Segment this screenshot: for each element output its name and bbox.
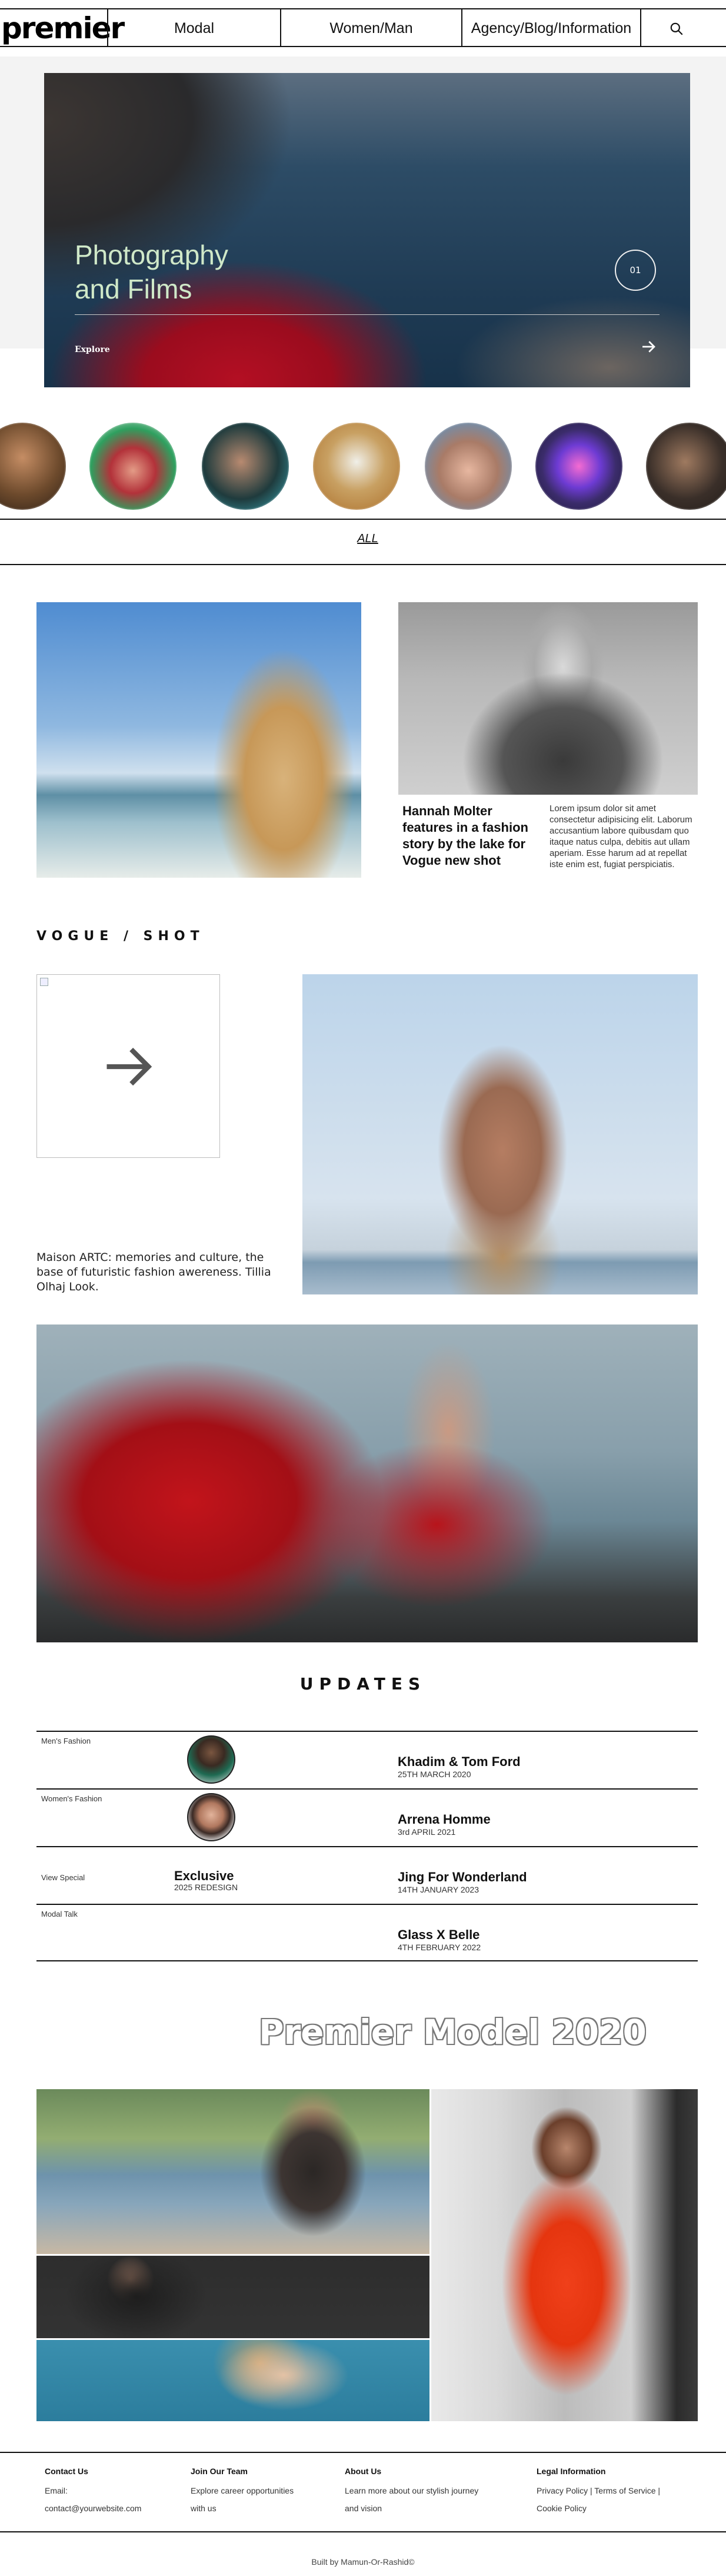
- update-date: 3rd APRIL 2021: [398, 1827, 456, 1837]
- feature-body: Lorem ipsum dolor sit amet consectetur a…: [550, 804, 692, 869]
- update-name[interactable]: Glass X Belle: [398, 1927, 479, 1943]
- nav-link-modal[interactable]: Modal: [108, 11, 280, 46]
- slide-counter[interactable]: 01: [615, 250, 656, 291]
- update-thumbnail[interactable]: [187, 1793, 235, 1841]
- gallery-photo-dark-studio[interactable]: [36, 2256, 429, 2338]
- avatar[interactable]: [425, 423, 512, 510]
- site-logo[interactable]: premier: [1, 9, 125, 47]
- broken-image-icon: [40, 978, 48, 986]
- update-row[interactable]: Women's Fashion Arrena Homme 3rd APRIL 2…: [36, 1788, 698, 1846]
- update-date: 4TH FEBRUARY 2022: [398, 1943, 481, 1952]
- row-divider: [36, 1731, 698, 1732]
- feature-headline[interactable]: Hannah Molter features in a fashion stor…: [402, 803, 544, 869]
- explore-link[interactable]: Explore: [75, 345, 110, 354]
- avatar[interactable]: [646, 423, 726, 510]
- arrow-right-icon[interactable]: [640, 338, 657, 356]
- footer-heading: Contact Us: [45, 2467, 88, 2476]
- footer-column-contact: Contact Us Email: contact@yourwebsite.co…: [45, 2467, 141, 2517]
- vogue-caption: Maison ARTC: memories and culture, the b…: [36, 1251, 271, 1293]
- section-title-vogue-shot: VOGUE / SHOT: [36, 929, 205, 944]
- nav-link-agency-blog-information[interactable]: Agency/Blog/Information: [462, 11, 640, 46]
- footer-link[interactable]: Explore career opportunities: [191, 2482, 294, 2499]
- hero-banner[interactable]: Photography and Films 01 Explore: [44, 73, 690, 387]
- avatar[interactable]: [89, 423, 176, 510]
- update-row[interactable]: View Special Exclusive 2025 REDESIGN Jin…: [36, 1846, 698, 1904]
- gallery-photo-pool[interactable]: [36, 2340, 429, 2421]
- footer-top-rule: [0, 2452, 726, 2453]
- update-thumbnail[interactable]: [187, 1735, 235, 1784]
- avatar[interactable]: [0, 423, 66, 510]
- update-row[interactable]: Modal Talk Glass X Belle 4TH FEBRUARY 20…: [36, 1904, 698, 1961]
- hero-title: Photography and Films: [75, 238, 228, 306]
- built-by-credit: Built by Mamun-Or-Rashid©: [311, 2557, 415, 2567]
- arrow-right-icon: [106, 1047, 152, 1086]
- footer-email-link[interactable]: contact@yourwebsite.com: [45, 2499, 141, 2517]
- filter-top-rule: [0, 519, 726, 520]
- avatar[interactable]: [313, 423, 400, 510]
- footer-column-about: About Us Learn more about our stylish jo…: [345, 2467, 478, 2517]
- top-navigation: premier Modal Women/Man Agency/Blog/Info…: [0, 0, 726, 57]
- footer-link[interactable]: Learn more about our stylish journey: [345, 2482, 478, 2499]
- update-category: View Special: [41, 1873, 85, 1882]
- beach-gown-photo[interactable]: [36, 602, 361, 878]
- footer-link[interactable]: with us: [191, 2499, 294, 2517]
- red-dress-pier-photo[interactable]: [36, 1324, 698, 1642]
- update-date: 14TH JANUARY 2023: [398, 1885, 479, 1894]
- avatar[interactable]: [535, 423, 622, 510]
- section-title-updates: UPDATES: [299, 1674, 427, 1694]
- avatar[interactable]: [202, 423, 289, 510]
- footer-column-legal: Legal Information Privacy Policy | Terms…: [537, 2467, 660, 2517]
- footer-link[interactable]: Privacy Policy | Terms of Service |: [537, 2482, 660, 2499]
- updates-end-rule: [36, 1960, 698, 1961]
- update-name[interactable]: Arrena Homme: [398, 1812, 491, 1827]
- model-back-photo[interactable]: [302, 974, 698, 1294]
- hero-title-line: Photography: [75, 240, 228, 270]
- footer-link[interactable]: Cookie Policy: [537, 2499, 660, 2517]
- hero-title-line: and Films: [75, 274, 192, 304]
- footer-heading: About Us: [345, 2467, 382, 2476]
- row-divider: [36, 1846, 698, 1847]
- vogue-link-box[interactable]: [36, 974, 220, 1158]
- footer-column-join: Join Our Team Explore career opportuniti…: [191, 2467, 294, 2517]
- update-feature-subtitle: 2025 REDESIGN: [174, 1883, 238, 1892]
- footer-bottom-rule: [0, 2531, 726, 2532]
- footer-heading: Join Our Team: [191, 2467, 248, 2476]
- footer-heading: Legal Information: [537, 2467, 606, 2476]
- gallery-photo-lakeside[interactable]: [36, 2089, 429, 2254]
- premier-model-title: Premier Model 2020: [259, 2012, 647, 2052]
- row-divider: [36, 1904, 698, 1905]
- row-divider: [36, 1788, 698, 1790]
- footer-link[interactable]: and vision: [345, 2499, 478, 2517]
- update-row[interactable]: Men's Fashion Khadim & Tom Ford 25TH MAR…: [36, 1731, 698, 1788]
- update-name[interactable]: Khadim & Tom Ford: [398, 1754, 521, 1770]
- monochrome-portrait-photo[interactable]: [398, 602, 698, 795]
- update-date: 25TH MARCH 2020: [398, 1770, 471, 1779]
- search-button[interactable]: [641, 11, 712, 46]
- hero-divider: [75, 314, 660, 315]
- update-feature-title[interactable]: Exclusive: [174, 1868, 234, 1884]
- filter-all-link[interactable]: ALL: [350, 532, 385, 546]
- footer-line: Email:: [45, 2486, 68, 2495]
- gallery-photo-orange-dress[interactable]: [431, 2089, 698, 2421]
- update-category: Men's Fashion: [41, 1737, 91, 1745]
- filter-bottom-rule: [0, 564, 726, 565]
- search-icon: [670, 23, 683, 35]
- update-category: Modal Talk: [41, 1910, 78, 1918]
- update-name[interactable]: Jing For Wonderland: [398, 1870, 527, 1885]
- update-category: Women's Fashion: [41, 1794, 102, 1803]
- nav-link-women-man[interactable]: Women/Man: [281, 11, 461, 46]
